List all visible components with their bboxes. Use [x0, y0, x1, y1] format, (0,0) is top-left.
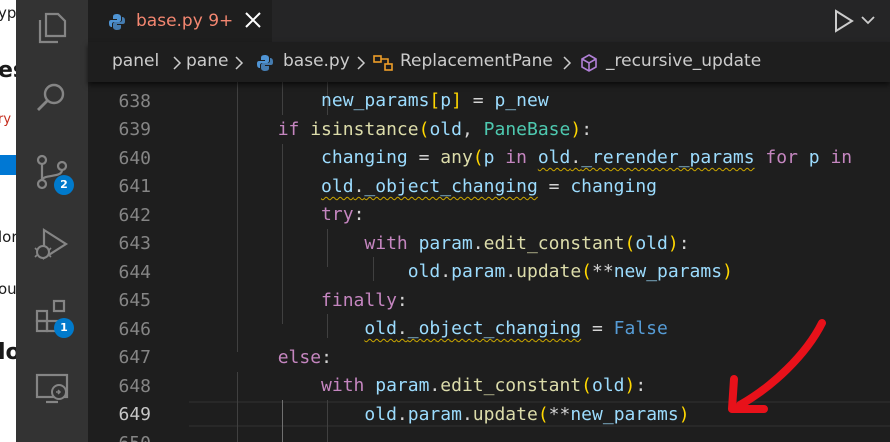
tab-title: base.py 9+ [136, 11, 233, 31]
breadcrumb-item-method[interactable]: _recursive_update [606, 51, 761, 71]
background-text: es [0, 58, 16, 83]
background-text: ry [0, 112, 12, 127]
code-line: old.param.update(**new_params) [364, 404, 690, 425]
background-text: yp [0, 4, 16, 22]
line-number: 648 [118, 376, 151, 397]
line-number: 644 [118, 262, 151, 283]
line-number-current: 649 [118, 404, 151, 425]
code-line: new_params[p] = p_new [321, 90, 549, 111]
chevron-right-icon [235, 56, 244, 70]
code-line: old._object_changing = changing [321, 176, 658, 197]
remote-explorer-icon [35, 373, 69, 404]
search-button[interactable] [34, 80, 70, 116]
code-line: if isinstance(old, PaneBase): [277, 119, 593, 140]
code-line: try: [321, 204, 365, 225]
line-number: 645 [118, 290, 151, 311]
activity-bar: 2 1 [16, 0, 88, 442]
run-debug-icon [34, 227, 69, 261]
background-selection-bar [0, 155, 16, 175]
code-line: else: [277, 347, 332, 368]
code-line: old.param.update(**new_params) [407, 261, 733, 282]
line-number: 642 [118, 205, 151, 226]
close-icon[interactable] [242, 9, 264, 31]
line-number: 650 [88, 433, 151, 442]
files-icon [38, 12, 67, 44]
background-text: lor [0, 228, 16, 246]
line-number: 639 [118, 119, 151, 140]
line-number: 647 [118, 347, 151, 368]
run-python-file-button[interactable] [830, 8, 856, 34]
annotation-arrow [728, 319, 826, 413]
background-window: yp es ry lor ou lo [0, 0, 16, 442]
chevron-right-icon [357, 56, 366, 70]
breadcrumb-item-pane[interactable]: pane [186, 51, 228, 71]
python-icon [109, 14, 125, 30]
line-number: 643 [118, 233, 151, 254]
explorer-button[interactable] [34, 10, 70, 46]
line-number: 646 [118, 319, 151, 340]
class-icon [373, 55, 393, 71]
background-text: ou [0, 280, 16, 298]
code-line: with param.edit_constant(old): [364, 233, 690, 254]
tab-problems-count: 9+ [208, 11, 234, 31]
chevron-right-icon [173, 56, 182, 70]
breadcrumb-item-file[interactable]: base.py [283, 51, 350, 71]
tab-base-py[interactable]: base.py 9+ [88, 0, 272, 43]
code-line: finally: [321, 290, 408, 311]
run-debug-button[interactable] [34, 226, 70, 262]
code-line: changing = any(p in old._rerender_params… [321, 147, 853, 168]
search-icon [37, 83, 65, 111]
chevron-down-icon[interactable] [860, 12, 876, 28]
line-number: 641 [118, 176, 151, 197]
code-line: old._object_changing = False [364, 318, 668, 339]
method-icon [581, 54, 597, 72]
chevron-right-icon [563, 56, 572, 70]
remote-explorer-button[interactable] [34, 370, 70, 406]
line-number: 638 [118, 91, 151, 112]
line-number: 640 [118, 148, 151, 169]
breadcrumb-item-class[interactable]: ReplacementPane [400, 51, 553, 71]
breadcrumb: panel pane base.py ReplacementPane _recu… [88, 42, 890, 82]
extensions-badge: 1 [54, 318, 74, 338]
tab-filename: base.py [136, 11, 203, 31]
tab-bar: base.py 9+ [88, 0, 890, 43]
background-text: lo [0, 340, 16, 365]
python-icon [257, 55, 273, 71]
source-control-badge: 2 [54, 175, 74, 195]
code-line: with param.edit_constant(old): [321, 375, 647, 396]
breadcrumb-item-panel[interactable]: panel [112, 51, 159, 71]
